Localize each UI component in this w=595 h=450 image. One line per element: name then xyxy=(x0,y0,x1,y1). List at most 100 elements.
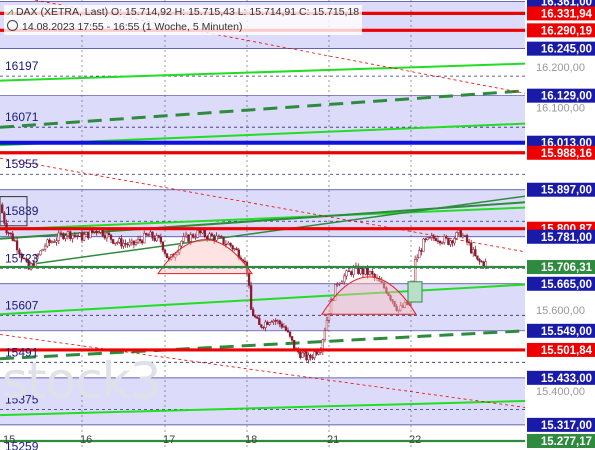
candle xyxy=(159,237,162,243)
candle xyxy=(290,336,294,341)
candle xyxy=(436,240,440,242)
candle xyxy=(48,239,51,243)
candle xyxy=(46,239,49,247)
candle xyxy=(66,231,70,236)
candle xyxy=(350,271,353,275)
candle xyxy=(272,320,275,322)
candle xyxy=(347,270,351,272)
candle xyxy=(418,250,421,259)
candle xyxy=(434,238,438,242)
candle xyxy=(101,229,104,236)
candle xyxy=(114,242,117,245)
price-label-text: 16.129,00 xyxy=(541,91,592,103)
candle xyxy=(270,321,273,324)
candle xyxy=(305,351,308,361)
price-label-text: 15.988,16 xyxy=(541,148,592,160)
x-tick-label: 22 xyxy=(409,434,421,446)
candle xyxy=(371,271,374,275)
candle xyxy=(138,238,142,241)
candle xyxy=(13,240,16,242)
price-label-text: 15.665,00 xyxy=(541,279,592,291)
candle xyxy=(80,232,84,241)
candle xyxy=(307,354,310,361)
candle xyxy=(182,236,185,242)
candle xyxy=(143,233,146,244)
candle xyxy=(323,330,327,340)
candle xyxy=(293,340,296,349)
candle xyxy=(428,237,431,239)
candle xyxy=(280,323,284,328)
candle xyxy=(1,204,4,214)
candle xyxy=(227,242,230,245)
price-label-text: 16.245,00 xyxy=(541,44,592,56)
candle xyxy=(286,330,290,333)
candle xyxy=(208,233,211,240)
candle xyxy=(184,234,188,237)
candle xyxy=(105,232,109,239)
candle xyxy=(97,232,100,234)
candle xyxy=(213,235,216,241)
candle xyxy=(155,235,158,241)
candle xyxy=(445,236,448,239)
candle xyxy=(422,238,425,252)
candle xyxy=(432,235,435,239)
candle xyxy=(247,272,251,286)
candle xyxy=(136,238,140,243)
candle xyxy=(266,321,269,325)
grid-level-label: 15723 xyxy=(5,251,39,265)
price-label-text: 15.501,84 xyxy=(541,345,593,357)
candle xyxy=(364,268,367,275)
grid-level-label: 15607 xyxy=(5,298,39,312)
candle xyxy=(317,352,320,355)
candle xyxy=(203,229,206,237)
candle xyxy=(15,240,19,251)
candle xyxy=(451,240,454,244)
level-band xyxy=(0,95,525,143)
candle xyxy=(465,235,469,243)
period-row: 14.08.2023 17:55 - 16:55 (1 Woche, 5 Min… xyxy=(4,20,363,35)
axis-value-label: 16.200,00 xyxy=(536,62,585,74)
candle xyxy=(122,243,125,247)
price-label-text: 16.290,19 xyxy=(541,25,592,37)
candle xyxy=(198,230,202,234)
candle xyxy=(116,242,119,244)
candle xyxy=(282,326,286,328)
candle xyxy=(430,235,433,238)
period-text: 14.08.2023 17:55 - 16:55 (1 Woche, 5 Min… xyxy=(22,21,243,33)
pattern-box xyxy=(407,281,423,303)
rounding-top-arc xyxy=(321,276,417,315)
candle xyxy=(43,245,47,250)
candle xyxy=(7,232,10,234)
candle xyxy=(264,321,267,328)
candle xyxy=(299,351,302,358)
price-label-text: 15.433,00 xyxy=(541,373,592,385)
candle xyxy=(62,233,65,239)
candle xyxy=(210,233,214,236)
candle xyxy=(368,271,372,275)
candle xyxy=(109,234,113,240)
candle xyxy=(325,319,329,331)
candle xyxy=(478,258,481,262)
candle xyxy=(111,239,115,244)
candle xyxy=(256,316,259,319)
grid-level-label: 16197 xyxy=(5,59,39,73)
candle xyxy=(467,241,471,244)
candle xyxy=(278,320,281,325)
candle xyxy=(472,249,475,254)
candle xyxy=(93,230,96,233)
x-tick-label: 21 xyxy=(327,434,339,446)
candle xyxy=(191,234,195,238)
candle xyxy=(220,235,223,238)
candle xyxy=(126,243,129,246)
candle xyxy=(359,268,362,274)
grid-level-label: 15259 xyxy=(5,439,39,450)
candle xyxy=(50,241,54,243)
price-label-text: 15.549,00 xyxy=(541,326,592,338)
candle xyxy=(260,324,263,328)
candle xyxy=(196,230,199,238)
candle xyxy=(145,233,148,236)
candle xyxy=(231,245,234,250)
candle xyxy=(82,234,86,241)
instrument-text: DAX (XETRA, Last) O: 15.714,92 H: 15.715… xyxy=(15,6,360,18)
grid-level-label: 15839 xyxy=(5,204,39,218)
